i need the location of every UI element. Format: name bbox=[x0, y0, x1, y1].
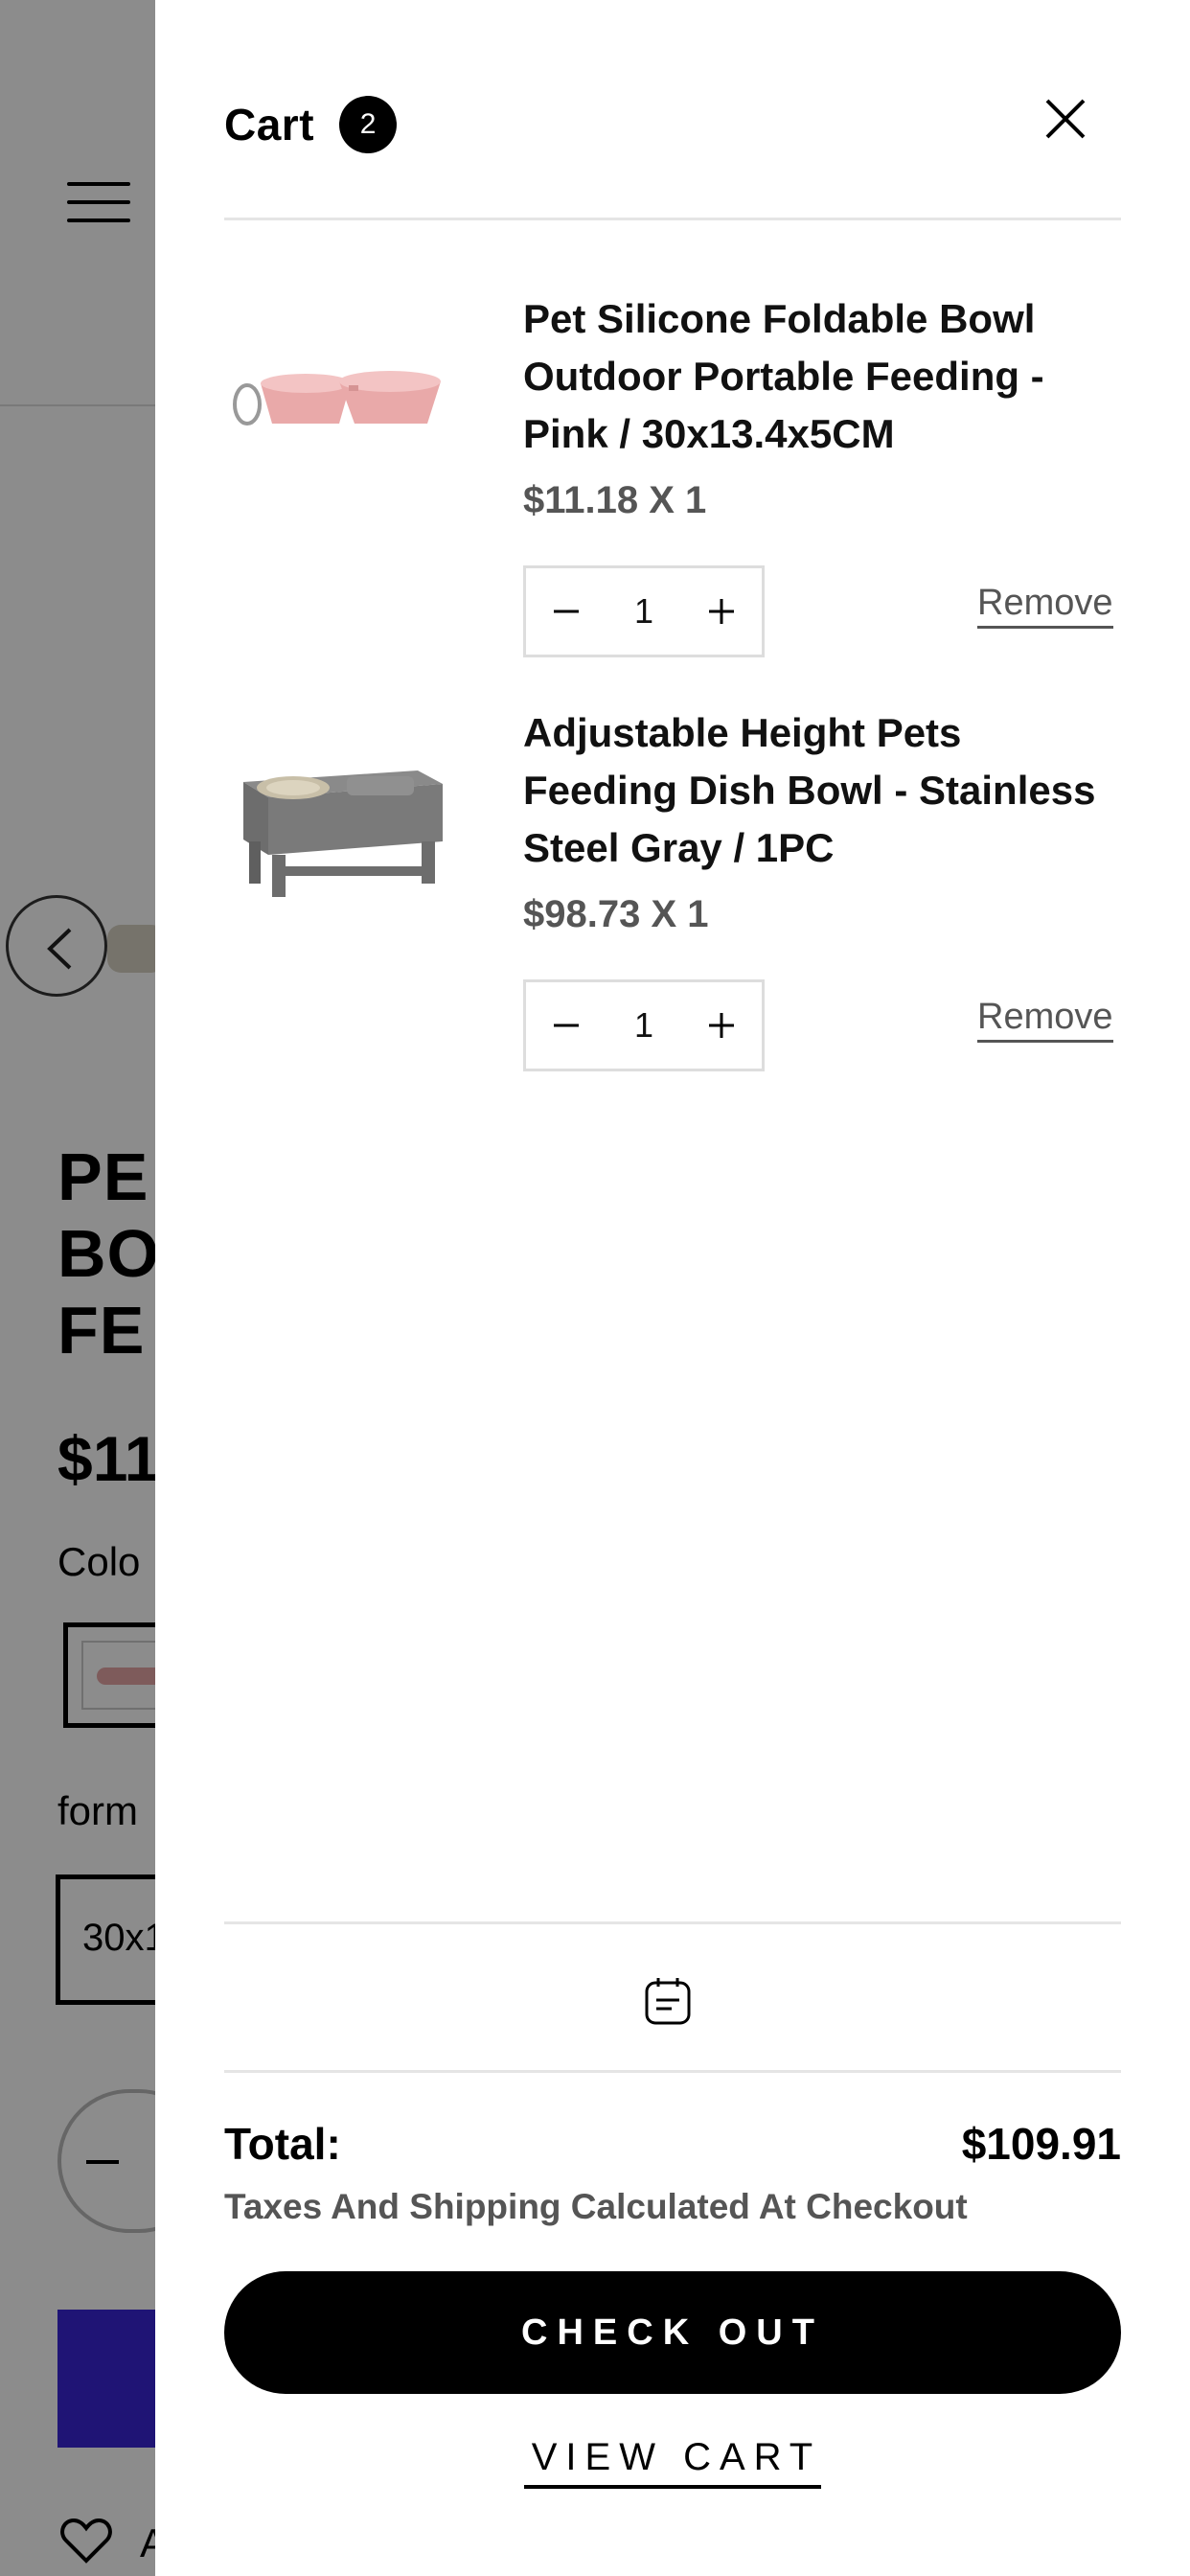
footer-divider bbox=[224, 2070, 1121, 2073]
header-divider bbox=[224, 218, 1121, 220]
cart-title: Cart bbox=[224, 100, 315, 150]
note-icon bbox=[645, 1978, 691, 2025]
decrease-quantity-button[interactable] bbox=[547, 1006, 585, 1045]
checkout-button[interactable]: CHECK OUT bbox=[224, 2271, 1121, 2394]
cart-drawer: Cart 2 Pet Silicone Foldable Bowl Outdoo… bbox=[155, 0, 1190, 2576]
cart-header: Cart 2 bbox=[224, 96, 398, 153]
cart-item-title[interactable]: Adjustable Height Pets Feeding Dish Bowl… bbox=[523, 704, 1127, 877]
footer-divider bbox=[224, 1921, 1121, 1924]
view-cart-container: VIEW CART bbox=[155, 2436, 1190, 2489]
view-cart-link[interactable]: VIEW CART bbox=[523, 2436, 822, 2489]
total-value: $109.91 bbox=[961, 2119, 1121, 2169]
close-icon bbox=[1045, 99, 1086, 139]
gray-raised-feeder-image bbox=[243, 770, 443, 897]
increase-quantity-button[interactable] bbox=[702, 592, 741, 631]
tax-note: Taxes And Shipping Calculated At Checkou… bbox=[224, 2187, 968, 2226]
plus-icon bbox=[709, 1013, 734, 1038]
cart-item-price: $11.18 X 1 bbox=[523, 479, 707, 521]
cart-item-title[interactable]: Pet Silicone Foldable Bowl Outdoor Porta… bbox=[523, 290, 1127, 463]
cart-item-price: $98.73 X 1 bbox=[523, 893, 709, 935]
remove-item-link[interactable]: Remove bbox=[977, 583, 1113, 629]
cart-count-badge: 2 bbox=[339, 96, 398, 153]
cart-item-image[interactable] bbox=[224, 702, 454, 932]
minus-icon bbox=[554, 1024, 579, 1027]
quantity-stepper: 1 bbox=[523, 979, 765, 1071]
remove-item-link[interactable]: Remove bbox=[977, 997, 1113, 1043]
close-button[interactable] bbox=[1042, 96, 1088, 142]
plus-icon bbox=[709, 599, 734, 624]
increase-quantity-button[interactable] bbox=[702, 1006, 741, 1045]
cart-item-image[interactable] bbox=[224, 288, 454, 518]
total-label: Total: bbox=[224, 2119, 341, 2169]
order-note-button[interactable] bbox=[644, 1976, 692, 2026]
quantity-value[interactable]: 1 bbox=[634, 1005, 653, 1046]
quantity-stepper: 1 bbox=[523, 565, 765, 657]
minus-icon bbox=[554, 610, 579, 613]
decrease-quantity-button[interactable] bbox=[547, 592, 585, 631]
pink-foldable-bowl-image bbox=[233, 371, 441, 426]
quantity-value[interactable]: 1 bbox=[634, 591, 653, 632]
